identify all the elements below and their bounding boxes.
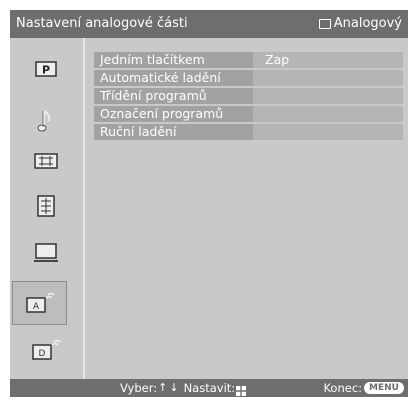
pc-icon xyxy=(34,243,58,262)
arrow-down-icon: ↓ xyxy=(169,381,179,394)
menu-key-badge: MENU xyxy=(364,382,404,394)
menu-item-one-touch[interactable]: Jedním tlačítkem Zap xyxy=(94,52,403,68)
sidebar-item-pc[interactable] xyxy=(28,238,64,268)
main-panel: P A D Jedním tlačítkem Zap Automatické l… xyxy=(10,38,408,379)
sidebar-item-picture[interactable]: P xyxy=(28,54,64,84)
input-mode-indicator: Analogový xyxy=(318,16,402,31)
tv-icon xyxy=(318,18,331,29)
svg-text:D: D xyxy=(39,349,46,359)
menu-item-program-labels[interactable]: Označení programů xyxy=(94,106,403,122)
select-hint-label: Vyber: xyxy=(120,381,158,395)
header-bar: Nastavení analogové části Analogový xyxy=(10,10,408,38)
menu-item-value: Zap xyxy=(265,52,290,67)
svg-text:A: A xyxy=(32,302,39,312)
page-title: Nastavení analogové části xyxy=(16,16,188,31)
svg-text:P: P xyxy=(42,64,50,77)
sound-icon xyxy=(37,110,51,132)
setup-icon xyxy=(37,195,55,217)
digital-setup-icon: D xyxy=(32,339,61,360)
sidebar: P A D xyxy=(10,38,83,379)
sidebar-divider xyxy=(83,38,85,379)
exit-hint: Konec: MENU xyxy=(323,379,404,397)
menu-item-manual-tuning[interactable]: Ruční ladění xyxy=(94,124,403,140)
navigation-hints: Vyber: ↑ ↓ Nastavit: xyxy=(120,379,247,397)
menu-item-value-cell xyxy=(253,88,403,104)
menu-item-value-cell xyxy=(253,124,403,140)
menu-item-label: Automatické ladění xyxy=(100,70,221,85)
set-hint-label: Nastavit: xyxy=(183,381,236,395)
menu-item-label: Jedním tlačítkem xyxy=(100,52,205,67)
menu-item-value-cell xyxy=(253,106,403,122)
exit-hint-label: Konec: xyxy=(323,381,363,395)
enter-key-glyph xyxy=(236,386,247,396)
menu-item-value-cell xyxy=(253,70,403,86)
menu-item-label: Třídění programů xyxy=(100,88,207,103)
menu-item-value-cell: Zap xyxy=(253,52,403,68)
arrow-up-icon: ↑ xyxy=(158,381,168,394)
tv-screen: Nastavení analogové části Analogový P A … xyxy=(0,0,418,402)
menu-item-program-sorting[interactable]: Třídění programů xyxy=(94,88,403,104)
sidebar-item-setup[interactable] xyxy=(28,191,64,221)
menu-item-label: Označení programů xyxy=(100,106,224,121)
sidebar-item-analog-setup[interactable]: A xyxy=(12,281,67,325)
input-mode-label: Analogový xyxy=(333,16,402,31)
enter-key-icon xyxy=(236,383,247,396)
screen-icon xyxy=(34,153,58,169)
sidebar-item-screen[interactable] xyxy=(28,146,64,176)
picture-icon: P xyxy=(35,61,57,77)
footer-bar: Vyber: ↑ ↓ Nastavit: Konec: MENU xyxy=(10,379,408,397)
sidebar-item-sound[interactable] xyxy=(28,106,64,136)
sidebar-item-digital-setup[interactable]: D xyxy=(28,335,64,365)
settings-menu: Jedním tlačítkem Zap Automatické ladění … xyxy=(94,52,403,142)
analog-setup-icon: A xyxy=(25,292,55,313)
menu-item-label: Ruční ladění xyxy=(100,124,177,139)
menu-item-auto-tuning[interactable]: Automatické ladění xyxy=(94,70,403,86)
